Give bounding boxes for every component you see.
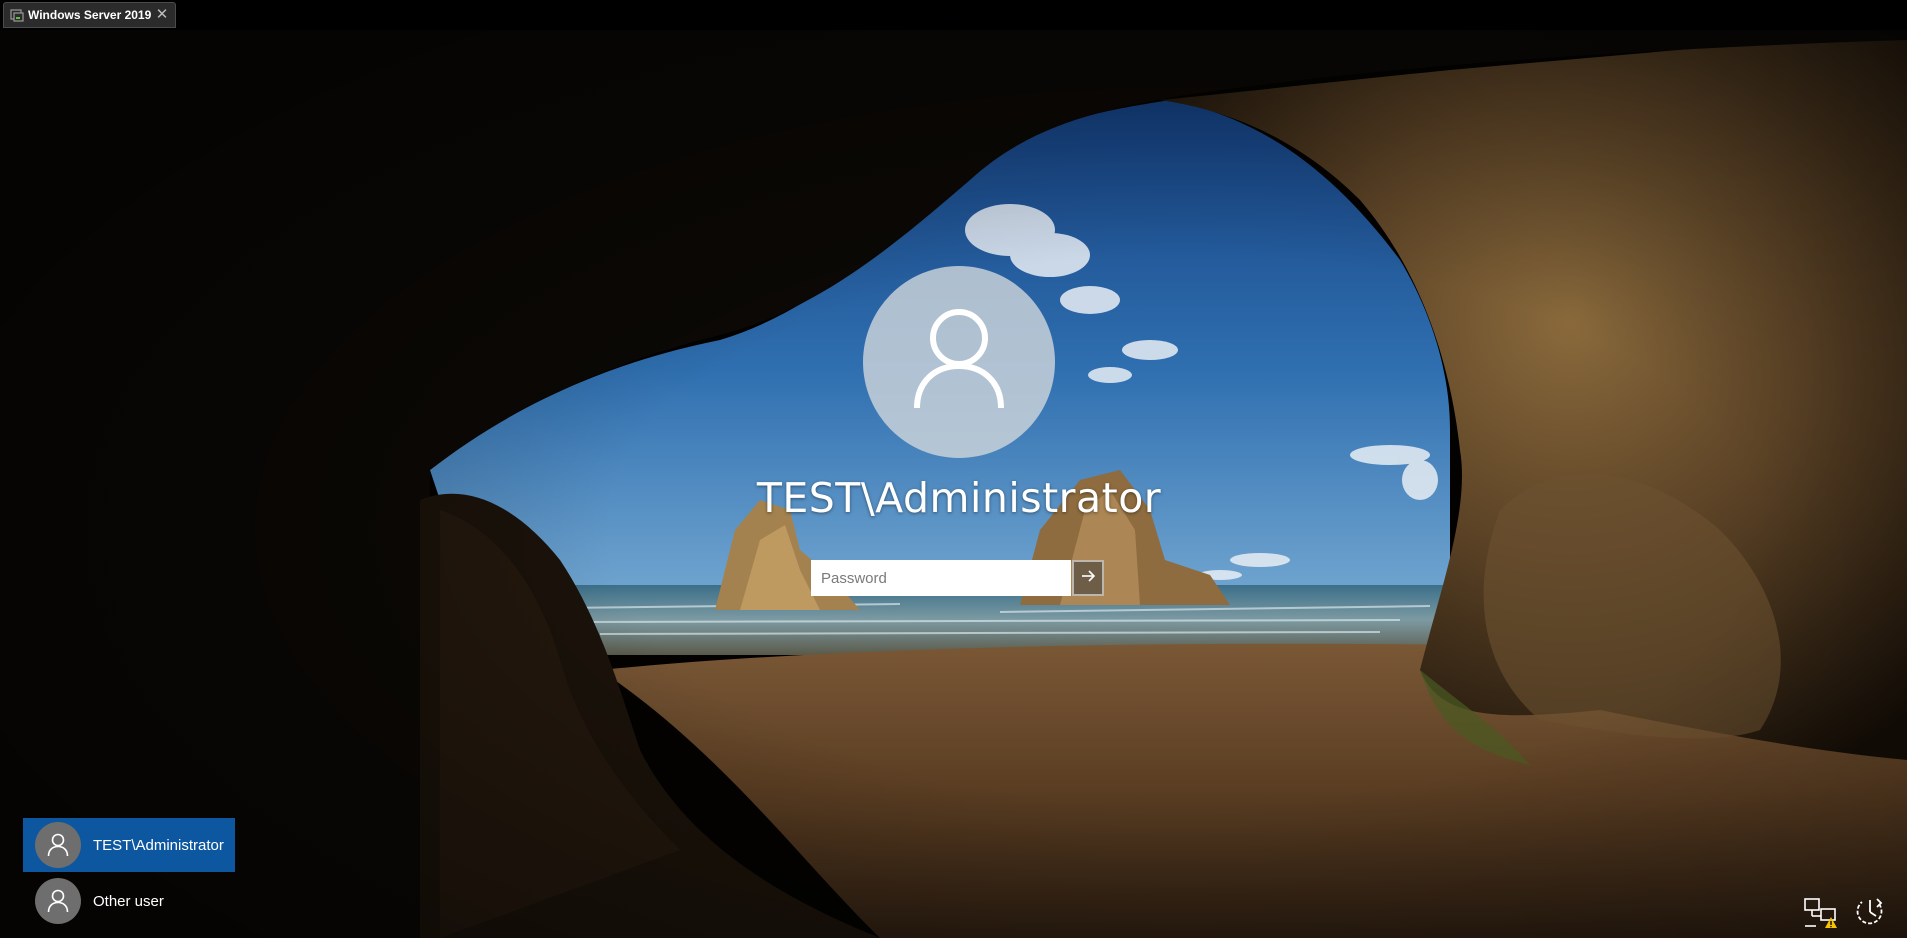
password-input[interactable] — [811, 560, 1071, 596]
tab-strip: Windows Server 2019 ✕ — [0, 0, 1907, 30]
power-options-icon[interactable] — [1852, 894, 1888, 930]
arrow-right-icon — [1080, 568, 1096, 589]
user-list: TEST\Administrator Other user — [23, 818, 235, 930]
password-row — [811, 560, 1107, 596]
user-avatar-icon — [35, 822, 81, 868]
user-avatar-icon — [911, 308, 1007, 417]
user-tile-label: TEST\Administrator — [93, 836, 224, 854]
tab-windows-server-2019[interactable]: Windows Server 2019 ✕ — [3, 2, 176, 28]
lock-screen: Windows Server 2019 ✕ TEST\Administrator… — [0, 0, 1907, 938]
vm-console-icon — [10, 8, 24, 22]
user-tile-label: Other user — [93, 892, 164, 910]
submit-button[interactable] — [1072, 560, 1104, 596]
user-tile-test-administrator[interactable]: TEST\Administrator — [23, 818, 235, 872]
login-username: TEST\Administrator — [756, 474, 1162, 522]
close-icon[interactable]: ✕ — [154, 7, 170, 23]
network-warning-icon[interactable] — [1802, 894, 1838, 930]
user-tile-other-user[interactable]: Other user — [23, 874, 235, 928]
user-avatar-icon — [35, 878, 81, 924]
user-avatar-large — [863, 266, 1055, 458]
tab-title: Windows Server 2019 — [28, 8, 152, 22]
